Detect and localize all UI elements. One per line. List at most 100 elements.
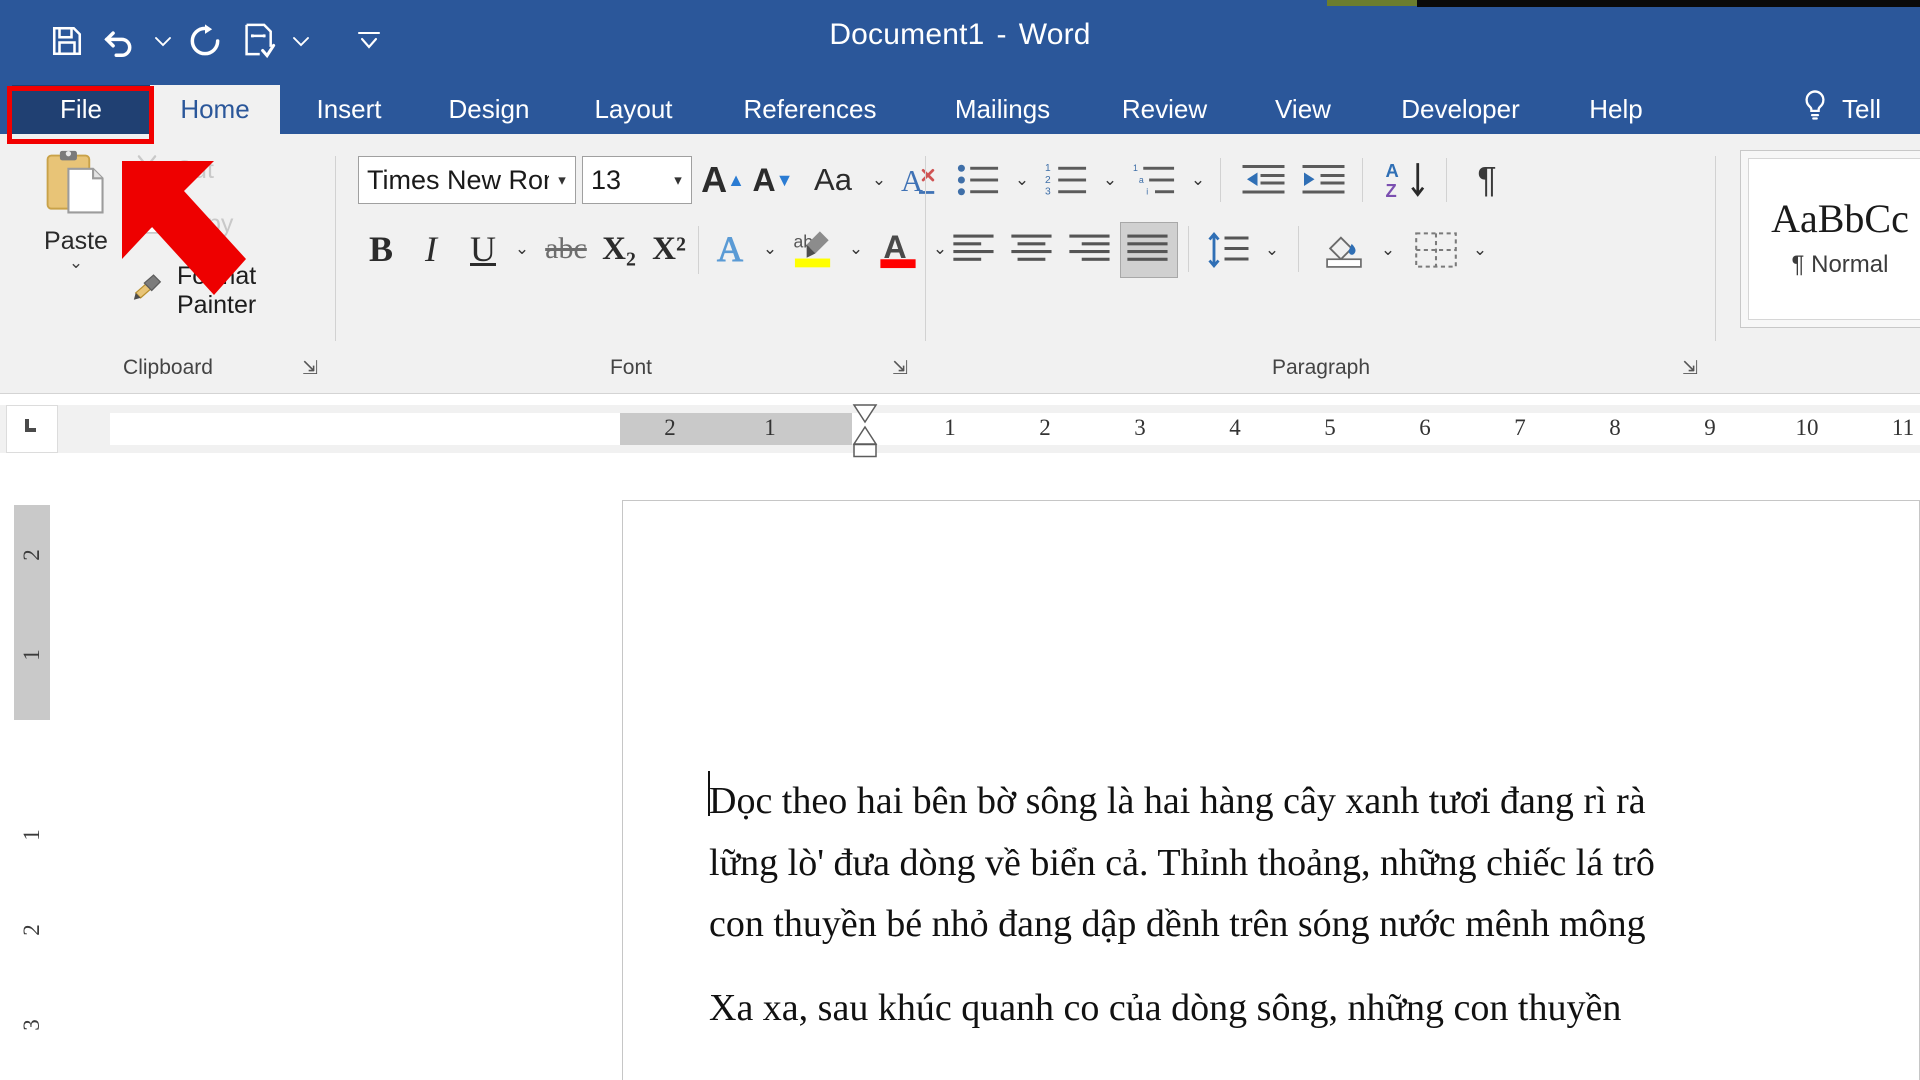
font-name-combo[interactable]: Times New Roma ▾ — [358, 156, 576, 204]
document-line-2: lững lò' đưa dòng về biển cả. Thỉnh thoả… — [709, 842, 1655, 884]
subscript-button[interactable]: X₂ — [594, 224, 644, 274]
paste-dropdown-caret[interactable]: ⌄ — [69, 258, 83, 268]
tab-review[interactable]: Review — [1092, 85, 1237, 134]
show-formatting-marks-button[interactable]: ¶ — [1460, 156, 1514, 204]
svg-text:2: 2 — [1045, 175, 1051, 186]
tab-developer[interactable]: Developer — [1368, 85, 1553, 134]
shading-button[interactable] — [1314, 224, 1374, 276]
tell-me-box[interactable]: Tell — [1800, 85, 1881, 134]
ribbon-tabstrip: File Home Insert Design Layout Reference… — [0, 85, 1920, 134]
tab-design[interactable]: Design — [420, 85, 558, 134]
group-label-paragraph: Paragraph — [926, 356, 1716, 380]
svg-text:a: a — [1139, 175, 1144, 185]
borders-dropdown-icon[interactable]: ⌄ — [1466, 224, 1494, 276]
tab-layout[interactable]: Layout — [566, 85, 701, 134]
font-size-value: 13 — [591, 165, 665, 196]
document-paragraph-2: Xa xa, sau khúc quanh co của dòng sông, … — [709, 978, 1889, 1040]
superscript-button[interactable]: X² — [644, 224, 694, 274]
increase-indent-button[interactable] — [1296, 156, 1354, 204]
borders-button[interactable] — [1406, 224, 1466, 276]
paste-button[interactable]: Paste ⌄ — [28, 148, 124, 268]
line-spacing-dropdown-icon[interactable]: ⌄ — [1258, 224, 1286, 276]
text-effects-button[interactable]: A — [704, 224, 756, 274]
word-window: Document1-Word File Home Insert Design L… — [0, 0, 1920, 1080]
font-color-button[interactable]: A — [870, 224, 926, 274]
left-indent-marker[interactable] — [852, 443, 878, 464]
font-name-dropdown-icon[interactable]: ▾ — [549, 171, 575, 189]
align-left-button[interactable] — [946, 224, 1004, 276]
lightbulb-icon — [1800, 89, 1830, 130]
tab-references[interactable]: References — [710, 85, 910, 134]
svg-text:1: 1 — [1045, 163, 1051, 174]
underline-button[interactable]: U — [458, 224, 508, 274]
horizontal-ruler-ticks: 2 1 1 2 3 4 5 6 7 8 9 10 11 — [110, 413, 1920, 445]
ribbon-home: Paste ⌄ Cut — [0, 134, 1920, 394]
document-line-4: Xa xa, sau khúc quanh co của dòng sông, … — [709, 987, 1621, 1029]
numbering-dropdown-icon[interactable]: ⌄ — [1096, 156, 1124, 204]
horizontal-ruler[interactable]: 2 1 1 2 3 4 5 6 7 8 9 10 11 — [0, 405, 1920, 453]
group-font: Times New Roma ▾ 13 ▾ A▲ A▼ Aa ⌄ A — [336, 134, 926, 394]
svg-text:A: A — [1386, 160, 1399, 181]
decrease-indent-button[interactable] — [1236, 156, 1294, 204]
styles-gallery[interactable]: AaBbCc ¶ Normal — [1740, 150, 1920, 328]
change-case-dropdown-icon[interactable]: ⌄ — [866, 156, 892, 204]
shading-dropdown-icon[interactable]: ⌄ — [1374, 224, 1402, 276]
shrink-font-icon[interactable]: A▼ — [748, 156, 798, 204]
paragraph-dialog-launcher[interactable]: ⇲ — [1682, 357, 1698, 380]
font-size-dropdown-icon[interactable]: ▾ — [665, 171, 691, 189]
tell-me-label: Tell — [1842, 94, 1881, 125]
font-dialog-launcher[interactable]: ⇲ — [892, 357, 908, 380]
underline-dropdown-icon[interactable]: ⌄ — [508, 224, 536, 274]
sort-button[interactable]: A Z — [1376, 156, 1438, 204]
style-sample-text: AaBbCc — [1771, 199, 1909, 239]
tab-stop-selector[interactable] — [6, 405, 58, 453]
multilevel-list-button[interactable]: 1 a i — [1126, 156, 1184, 204]
red-arrow-annotation — [118, 155, 288, 320]
title-black-strip — [1417, 0, 1920, 7]
font-name-value: Times New Roma — [367, 165, 549, 196]
svg-text:i: i — [1146, 187, 1148, 197]
tab-view[interactable]: View — [1245, 85, 1361, 134]
svg-text:Z: Z — [1386, 180, 1397, 200]
grow-font-icon[interactable]: A▲ — [698, 156, 748, 204]
change-case-icon[interactable]: Aa — [800, 156, 866, 204]
italic-button[interactable]: I — [406, 224, 456, 274]
title-bar: Document1-Word — [0, 0, 1920, 85]
bold-button[interactable]: B — [356, 224, 406, 274]
document-paragraph-1: Dọc theo hai bên bờ sông là hai hàng cây… — [709, 771, 1889, 956]
svg-text:1: 1 — [1133, 163, 1138, 173]
document-text[interactable]: Dọc theo hai bên bờ sông là hai hàng cây… — [709, 771, 1889, 1061]
style-tile-normal[interactable]: AaBbCc ¶ Normal — [1748, 158, 1920, 320]
window-title-separator: - — [985, 18, 1019, 51]
svg-text:3: 3 — [1045, 187, 1051, 198]
bullets-button[interactable] — [950, 156, 1008, 204]
numbering-button[interactable]: 1 2 3 — [1038, 156, 1096, 204]
font-size-combo[interactable]: 13 ▾ — [582, 156, 692, 204]
vertical-ruler-ticks: 2 1 1 2 3 — [14, 505, 50, 1080]
document-page[interactable]: Dọc theo hai bên bờ sông là hai hàng cây… — [622, 500, 1920, 1080]
multilevel-list-dropdown-icon[interactable]: ⌄ — [1184, 156, 1212, 204]
group-paragraph: ⌄ 1 2 3 ⌄ 1 a i ⌄ — [926, 134, 1716, 394]
tab-file[interactable]: File — [12, 85, 150, 134]
style-name-label: ¶ Normal — [1792, 251, 1889, 279]
highlight-color-dropdown-icon[interactable]: ⌄ — [842, 224, 870, 274]
window-title-document: Document1 — [829, 18, 984, 51]
tab-mailings[interactable]: Mailings — [920, 85, 1085, 134]
window-title-app: Word — [1019, 18, 1091, 51]
group-styles: AaBbCc ¶ Normal — [1716, 134, 1920, 394]
tab-home[interactable]: Home — [150, 85, 280, 134]
tab-insert[interactable]: Insert — [288, 85, 410, 134]
line-spacing-button[interactable] — [1200, 224, 1258, 276]
text-effects-dropdown-icon[interactable]: ⌄ — [756, 224, 784, 274]
bullets-dropdown-icon[interactable]: ⌄ — [1008, 156, 1036, 204]
document-line-1: Dọc theo hai bên bờ sông là hai hàng cây… — [709, 780, 1646, 822]
text-highlight-color-button[interactable]: ab — [786, 224, 842, 274]
title-accent-strip — [1327, 0, 1417, 6]
tab-help[interactable]: Help — [1560, 85, 1672, 134]
align-center-button[interactable] — [1004, 224, 1062, 276]
strikethrough-button[interactable]: abc — [538, 224, 594, 274]
align-right-button[interactable] — [1062, 224, 1120, 276]
justify-button[interactable] — [1120, 222, 1178, 278]
group-label-font: Font — [336, 356, 926, 380]
clipboard-dialog-launcher[interactable]: ⇲ — [302, 357, 318, 380]
